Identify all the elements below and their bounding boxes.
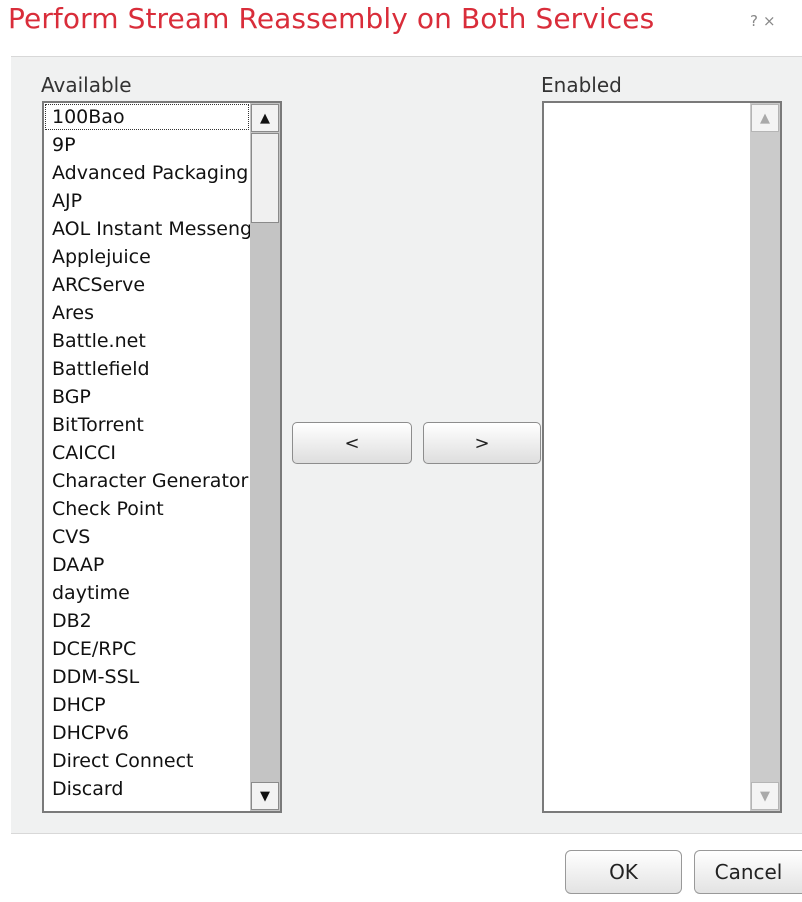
list-item[interactable]: Direct Connect <box>44 747 250 775</box>
list-item[interactable]: Advanced Packaging Tool <box>44 159 250 187</box>
list-item[interactable]: DB2 <box>44 607 250 635</box>
list-item[interactable]: Ares <box>44 299 250 327</box>
list-item[interactable]: 9P <box>44 131 250 159</box>
list-item[interactable]: daytime <box>44 579 250 607</box>
remove-button[interactable]: < <box>292 422 412 464</box>
list-item[interactable]: DHCPv6 <box>44 719 250 747</box>
list-item[interactable]: Battlefield <box>44 355 250 383</box>
list-item[interactable]: DAAP <box>44 551 250 579</box>
available-list-items: 100Bao9PAdvanced Packaging ToolAJPAOL In… <box>44 103 250 811</box>
list-item[interactable]: Character Generator <box>44 467 250 495</box>
dialog-title: Perform Stream Reassembly on Both Servic… <box>8 2 655 35</box>
add-button[interactable]: > <box>423 422 541 464</box>
help-icon[interactable]: ? <box>750 12 758 30</box>
scroll-thumb[interactable] <box>251 133 279 223</box>
ok-button[interactable]: OK <box>565 850 682 894</box>
enabled-label: Enabled <box>541 73 622 97</box>
scroll-up-arrow-icon[interactable]: ▲ <box>251 104 279 132</box>
enabled-scrollbar[interactable]: ▲ ▼ <box>750 103 780 811</box>
list-item[interactable]: Applejuice <box>44 243 250 271</box>
list-item[interactable]: BitTorrent <box>44 411 250 439</box>
list-item[interactable]: DCE/RPC <box>44 635 250 663</box>
scroll-down-arrow-icon[interactable]: ▼ <box>251 782 279 810</box>
list-item[interactable]: CAICCI <box>44 439 250 467</box>
available-label: Available <box>41 73 132 97</box>
available-listbox[interactable]: 100Bao9PAdvanced Packaging ToolAJPAOL In… <box>42 101 282 813</box>
list-item[interactable]: AJP <box>44 187 250 215</box>
list-item[interactable]: 100Bao <box>44 103 250 131</box>
cancel-button[interactable]: Cancel <box>694 850 802 894</box>
list-item[interactable]: Check Point <box>44 495 250 523</box>
available-scrollbar[interactable]: ▲ ▼ <box>250 103 280 811</box>
scroll-down-arrow-icon[interactable]: ▼ <box>751 782 779 810</box>
list-item[interactable]: CVS <box>44 523 250 551</box>
enabled-list-items <box>544 103 750 811</box>
enabled-listbox[interactable]: ▲ ▼ <box>542 101 782 813</box>
list-item[interactable]: Battle.net <box>44 327 250 355</box>
dialog-body: Available Enabled 100Bao 9P Advanced Packa… <box>11 56 802 834</box>
title-actions: ? × <box>750 12 781 30</box>
scroll-up-arrow-icon[interactable]: ▲ <box>751 104 779 132</box>
close-icon[interactable]: × <box>763 12 776 30</box>
list-item[interactable]: BGP <box>44 383 250 411</box>
list-item[interactable]: DDM-SSL <box>44 663 250 691</box>
list-item[interactable]: ARCServe <box>44 271 250 299</box>
list-item[interactable]: DHCP <box>44 691 250 719</box>
list-item[interactable]: AOL Instant Messenger <box>44 215 250 243</box>
list-item[interactable]: Discard <box>44 775 250 803</box>
